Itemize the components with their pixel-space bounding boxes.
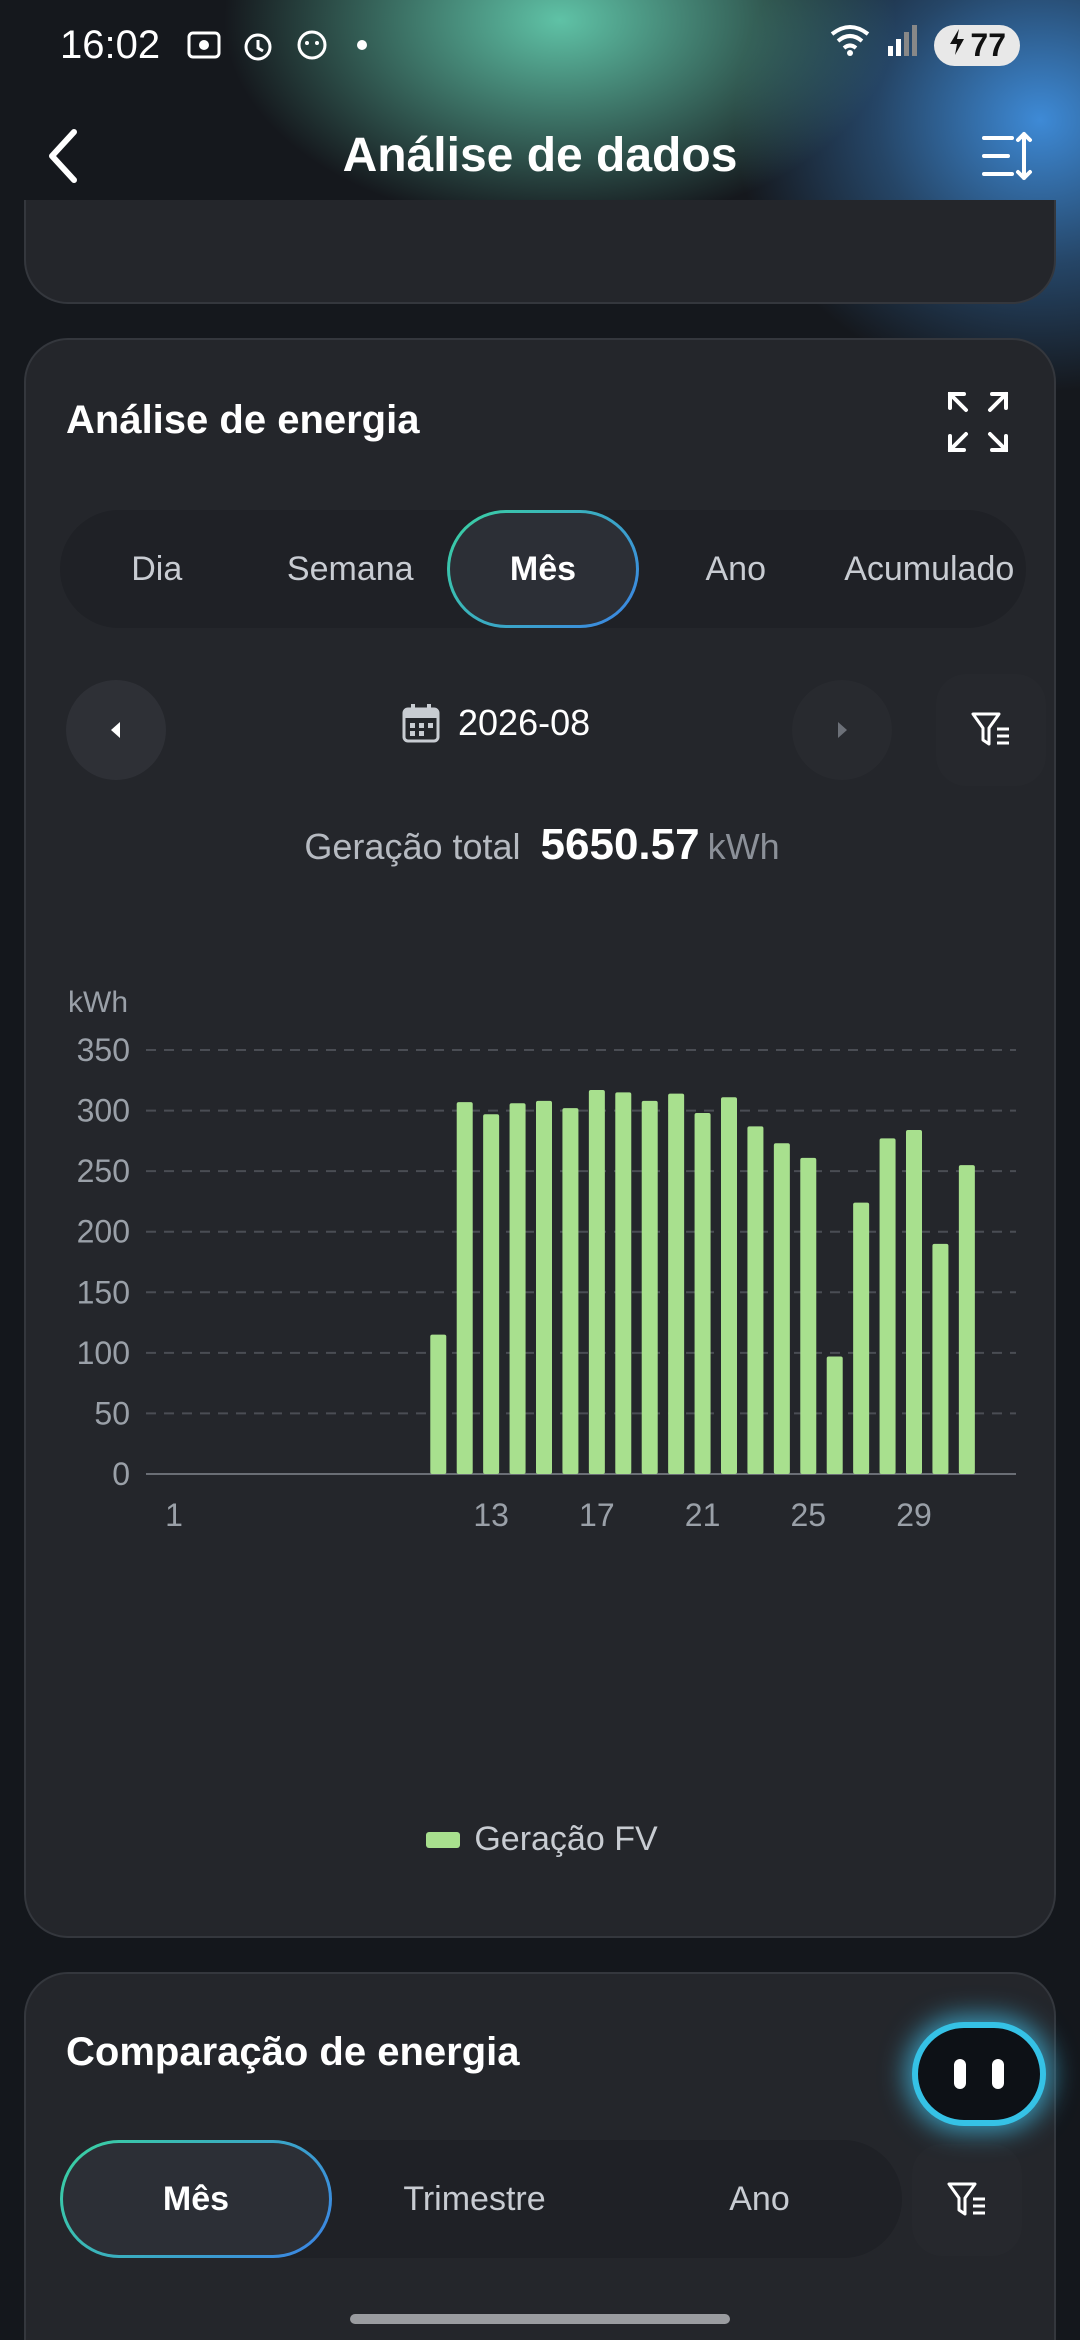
calendar-icon: [402, 704, 440, 743]
comparison-tabs: Mês Trimestre Ano: [60, 2140, 902, 2258]
chevron-left-icon: [49, 129, 77, 183]
y-tick-label: 200: [77, 1214, 130, 1250]
bar-day-15: [536, 1100, 552, 1474]
wifi-icon: [828, 22, 872, 68]
total-label: Geração total: [304, 826, 521, 867]
caret-right-icon: [838, 722, 847, 738]
total-generation: Geração total 5650.57 kWh: [26, 820, 1058, 870]
x-tick-label: 1: [165, 1497, 183, 1533]
bar-day-23: [747, 1126, 764, 1474]
bar-day-20: [668, 1093, 685, 1474]
signal-icon: [886, 22, 920, 68]
alarm-icon: [240, 27, 276, 63]
y-tick-label: 0: [112, 1456, 130, 1492]
y-tick-label: 350: [77, 1032, 130, 1068]
bar-day-30: [932, 1243, 949, 1474]
bar-day-29: [906, 1129, 922, 1474]
y-axis-unit-label: kWh: [68, 986, 128, 1019]
comparison-tab-mes[interactable]: Mês: [60, 2140, 332, 2258]
tab-dia[interactable]: Dia: [60, 510, 254, 628]
dot-icon: [348, 27, 384, 63]
bar-day-12: [456, 1102, 473, 1474]
bot-eye-left: [954, 2059, 966, 2089]
app-notification-icon: [294, 27, 330, 63]
legend-label: Geração FV: [474, 1820, 658, 1858]
back-button[interactable]: [40, 128, 90, 184]
chart-legend[interactable]: Geração FV: [26, 1820, 1058, 1859]
assistant-bot-button[interactable]: [912, 2022, 1046, 2126]
sort-button[interactable]: [980, 128, 1036, 184]
screenshot-icon: [186, 27, 222, 63]
generation-bar-chart: kWh 0 50 100 150 200 250 300 350 1 13 17 21 25 29: [68, 986, 1016, 1533]
bar-day-16: [562, 1108, 579, 1474]
bar-day-18: [615, 1092, 632, 1474]
status-time: 16:02: [60, 22, 161, 67]
tab-acumulado[interactable]: Acumulado: [833, 510, 1027, 628]
y-tick-label: 300: [77, 1093, 130, 1129]
bar-day-21: [694, 1112, 711, 1474]
home-indicator[interactable]: [350, 2314, 730, 2324]
period-tabs: Dia Semana Mês Ano Acumulado: [60, 510, 1026, 628]
y-tick-label: 50: [94, 1395, 130, 1431]
x-tick-label: 13: [473, 1497, 509, 1533]
status-icons: [186, 27, 384, 63]
filter-button[interactable]: [936, 674, 1046, 786]
legend-swatch: [426, 1831, 461, 1848]
bar-day-27: [853, 1202, 870, 1474]
filter-icon: [947, 2182, 985, 2216]
bar-day-14: [509, 1103, 526, 1474]
date-selector[interactable]: 2026-08: [402, 702, 590, 744]
next-month-button[interactable]: [792, 680, 892, 780]
x-tick-label: 21: [685, 1497, 721, 1533]
energy-comparison-title: Comparação de energia: [66, 2030, 520, 2074]
bar-day-19: [641, 1100, 658, 1474]
expand-icon: [948, 392, 1008, 452]
y-tick-label: 150: [77, 1274, 130, 1310]
x-tick-label: 25: [790, 1497, 826, 1533]
comparison-tab-ano[interactable]: Ano: [617, 2140, 902, 2258]
bar-day-22: [721, 1097, 737, 1474]
energy-analysis-title: Análise de energia: [66, 398, 420, 442]
bar-day-11: [430, 1334, 447, 1474]
tab-ano[interactable]: Ano: [639, 510, 833, 628]
y-tick-label: 250: [77, 1153, 130, 1189]
bar-day-25: [800, 1157, 817, 1474]
bar-day-17: [588, 1089, 605, 1474]
page-title: Análise de dados: [342, 128, 738, 182]
bar-day-28: [879, 1138, 896, 1474]
previous-card-bottom: [24, 200, 1056, 304]
charging-icon: [948, 27, 966, 64]
filter-icon: [971, 712, 1009, 746]
sort-icon: [982, 132, 1032, 180]
y-tick-label: 100: [77, 1335, 130, 1371]
status-right: 77: [828, 22, 1020, 68]
comparison-tab-trimestre[interactable]: Trimestre: [332, 2140, 617, 2258]
bar-day-13: [483, 1114, 500, 1474]
tab-mes[interactable]: Mês: [447, 510, 639, 628]
status-bar: 16:02 77: [0, 0, 1080, 90]
energy-comparison-card: Comparação de energia Mês Trimestre Ano: [24, 1972, 1056, 2340]
bar-day-31: [958, 1165, 975, 1474]
previous-month-button[interactable]: [66, 680, 166, 780]
bar-day-24: [773, 1143, 790, 1474]
energy-analysis-card: Análise de energia Dia Semana Mês Ano Ac…: [24, 338, 1056, 1938]
total-value: 5650.57: [540, 820, 700, 869]
total-unit: kWh: [707, 826, 780, 867]
tab-semana[interactable]: Semana: [254, 510, 448, 628]
comparison-filter-button[interactable]: [912, 2144, 1022, 2256]
date-text: 2026-08: [458, 702, 591, 743]
fullscreen-button[interactable]: [946, 390, 1010, 454]
x-tick-label: 17: [579, 1497, 615, 1533]
battery-indicator: 77: [934, 24, 1020, 66]
bot-eye-right: [992, 2059, 1004, 2089]
battery-level: 77: [970, 26, 1006, 63]
caret-left-icon: [111, 722, 120, 738]
bar-day-26: [826, 1356, 843, 1474]
app-header: Análise de dados: [0, 110, 1080, 200]
x-tick-label: 29: [896, 1497, 932, 1533]
date-navigation: 2026-08: [66, 674, 1046, 790]
